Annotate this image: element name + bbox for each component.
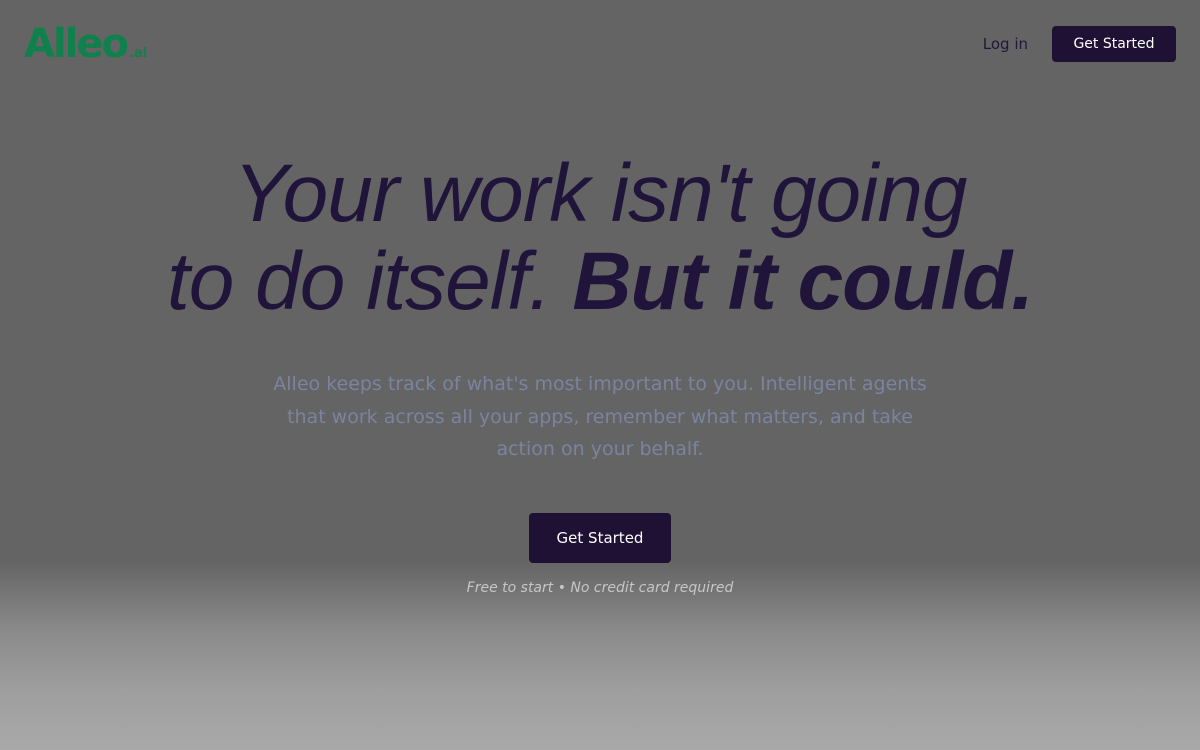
headline-line-2-light: to do itself. bbox=[166, 236, 552, 327]
login-link[interactable]: Log in bbox=[983, 35, 1028, 53]
brand-suffix: .ai bbox=[129, 46, 148, 61]
hero-headline: Your work isn't going to do itself. But … bbox=[0, 150, 1200, 326]
brand-name: Alleo bbox=[24, 21, 129, 67]
nav-get-started-button[interactable]: Get Started bbox=[1052, 26, 1176, 62]
headline-line-1: Your work isn't going bbox=[233, 148, 967, 239]
top-nav: Log in Get Started bbox=[983, 26, 1176, 62]
brand-logo[interactable]: Alleo .ai bbox=[24, 22, 147, 66]
hero-fineprint: Free to start • No credit card required bbox=[466, 580, 734, 596]
headline-line-2-bold: But it could. bbox=[572, 236, 1034, 327]
hero-get-started-button[interactable]: Get Started bbox=[529, 513, 671, 563]
hero-subtext: Alleo keeps track of what's most importa… bbox=[273, 373, 927, 460]
